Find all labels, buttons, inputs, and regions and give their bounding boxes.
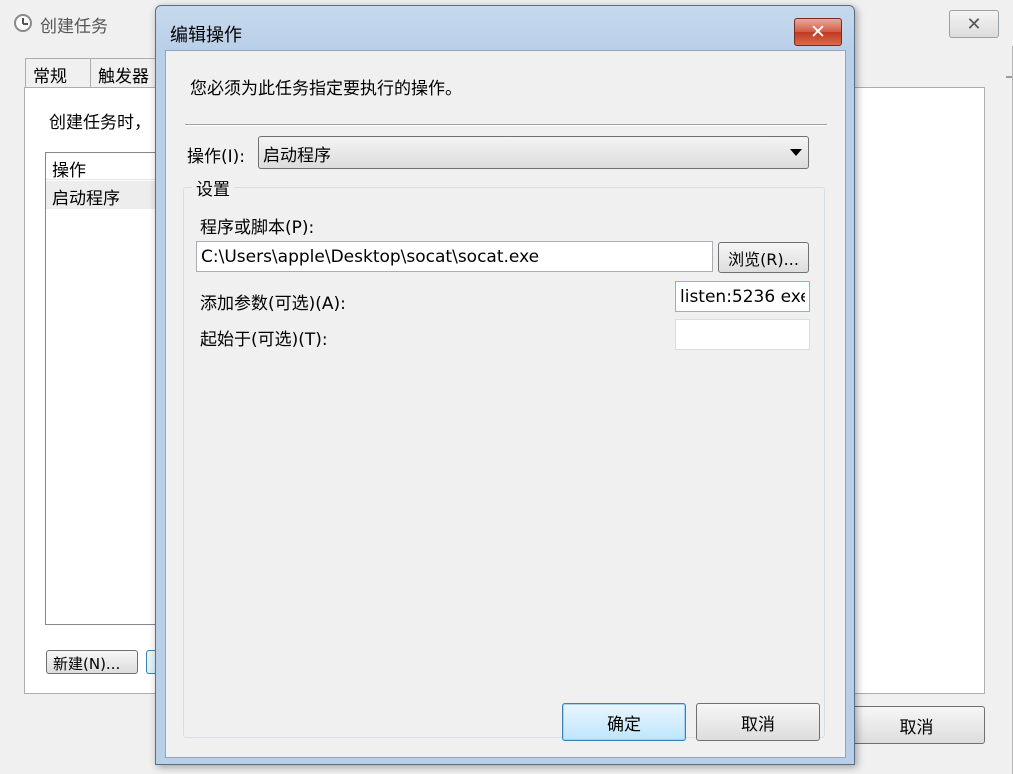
edit-action-dialog: 编辑操作 ✕ 您必须为此任务指定要执行的操作。 操作(I): 启动程序 设置 程… bbox=[155, 5, 855, 765]
actions-description: 创建任务时， bbox=[49, 113, 151, 133]
list-item[interactable]: 启动程序 bbox=[46, 181, 164, 209]
action-selected-value: 启动程序 bbox=[263, 146, 331, 166]
program-input[interactable] bbox=[196, 241, 713, 272]
scroll-edge-mark bbox=[1006, 76, 1012, 78]
dialog-title: 编辑操作 bbox=[170, 25, 242, 46]
cancel-button[interactable]: 取消 bbox=[696, 703, 820, 741]
actions-list[interactable]: 操作 启动程序 bbox=[45, 152, 165, 625]
new-action-button[interactable]: 新建(N)... bbox=[46, 650, 138, 674]
create-task-cancel-button[interactable]: 取消 bbox=[848, 706, 985, 744]
divider bbox=[185, 124, 827, 126]
browse-button[interactable]: 浏览(R)... bbox=[718, 242, 809, 273]
clock-icon bbox=[14, 14, 32, 32]
start-in-label: 起始于(可选)(T): bbox=[200, 330, 328, 350]
start-in-input[interactable] bbox=[675, 319, 810, 350]
actions-list-header[interactable]: 操作 bbox=[46, 153, 164, 181]
close-icon: ✕ bbox=[810, 21, 826, 43]
ok-button[interactable]: 确定 bbox=[562, 703, 686, 741]
create-task-title: 创建任务 bbox=[40, 17, 108, 37]
tab-general[interactable]: 常规 bbox=[25, 58, 91, 88]
action-select[interactable]: 启动程序 bbox=[258, 136, 809, 169]
tab-triggers[interactable]: 触发器 bbox=[90, 58, 160, 88]
chevron-down-icon bbox=[790, 149, 802, 156]
create-task-close-button[interactable]: ✕ bbox=[949, 10, 999, 38]
program-label: 程序或脚本(P): bbox=[200, 218, 315, 238]
dialog-client-area: 您必须为此任务指定要执行的操作。 操作(I): 启动程序 设置 程序或脚本(P)… bbox=[165, 50, 846, 758]
settings-legend: 设置 bbox=[192, 175, 234, 200]
args-input[interactable] bbox=[675, 281, 810, 312]
action-label: 操作(I): bbox=[187, 147, 246, 167]
dialog-close-button[interactable]: ✕ bbox=[794, 18, 842, 46]
dialog-instruction: 您必须为此任务指定要执行的操作。 bbox=[190, 79, 462, 99]
args-label: 添加参数(可选)(A): bbox=[200, 294, 346, 314]
